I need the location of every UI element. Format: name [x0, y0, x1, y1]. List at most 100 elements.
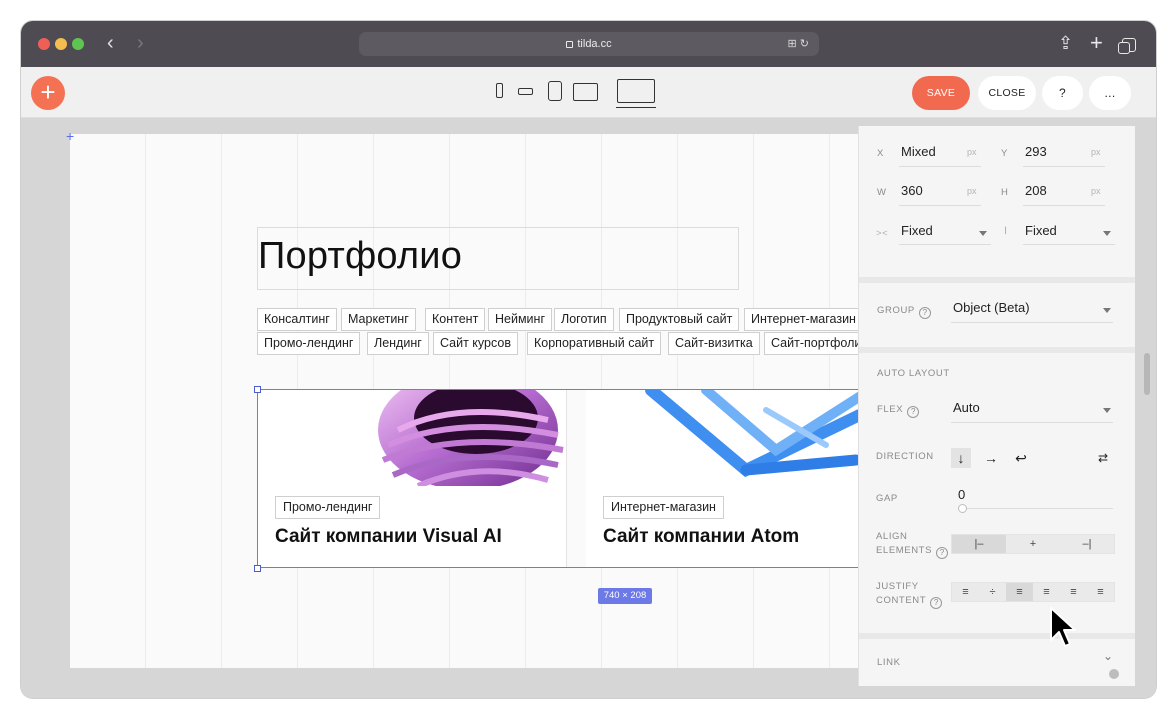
translate-reload-icons[interactable]: ⊞ ↻ [788, 32, 810, 56]
properties-panel: X Mixed px Y 293 px W 360 px H 208 px ><… [859, 126, 1135, 686]
help-icon[interactable]: ? [918, 307, 931, 319]
auto-layout-heading: AUTO LAYOUT [877, 368, 950, 379]
y-label: Y [1001, 148, 1008, 159]
desktop-icon[interactable] [616, 79, 656, 108]
panel-scrollbar[interactable] [1144, 353, 1150, 395]
justify-content-segmented: ≡ ÷ ≡ ≡ ≡ ≡ [951, 582, 1115, 602]
more-button[interactable]: ... [1089, 76, 1131, 110]
align-left-icon[interactable]: |– [952, 535, 1006, 553]
direction-right-icon[interactable]: → [981, 448, 1001, 468]
tag-landing[interactable]: Лендинг [367, 332, 429, 355]
tab-overview-icon[interactable] [1118, 32, 1136, 54]
w-input[interactable]: 360 [901, 183, 923, 198]
group-underline [951, 322, 1113, 323]
back-arrow-icon[interactable]: ‹ [107, 33, 114, 53]
browser-window: ‹ › tilda.cc ⊞ ↻ ⇪ + + SAVE CLOSE ? ... … [21, 21, 1156, 698]
y-input[interactable]: 293 [1025, 144, 1047, 159]
help-icon[interactable]: ? [936, 547, 949, 559]
justify-space-evenly-icon[interactable]: ≡ [1087, 583, 1114, 601]
tag-consulting[interactable]: Консалтинг [257, 308, 337, 331]
page-heading[interactable]: Портфолио [258, 235, 462, 278]
tag-logo[interactable]: Логотип [554, 308, 614, 331]
save-button[interactable]: SAVE [912, 76, 970, 110]
w-underline [899, 205, 981, 206]
add-element-button[interactable]: + [31, 76, 65, 110]
justify-center-icon[interactable]: ÷ [979, 583, 1006, 601]
width-mode-icon: >< [876, 228, 889, 239]
group-select[interactable]: Object (Beta) [953, 300, 1030, 315]
justify-space-between-icon[interactable]: ≡ [1033, 583, 1060, 601]
gap-input[interactable]: 0 [958, 487, 965, 502]
minimize-window-button[interactable] [55, 38, 67, 50]
new-tab-icon[interactable]: + [1090, 32, 1103, 54]
link-section[interactable]: LINK ⌄ [859, 639, 1135, 686]
chevron-down-icon[interactable] [1103, 408, 1111, 413]
direction-down-icon[interactable]: ↓ [951, 448, 971, 468]
auto-layout-section: AUTO LAYOUT FLEX? Auto DIRECTION ↓ → ↩ ⇄… [859, 353, 1135, 639]
chevron-down-icon[interactable]: ⌄ [1103, 649, 1113, 663]
justify-start-icon[interactable]: ≡ [952, 583, 979, 601]
height-mode-select[interactable]: Fixed [1025, 223, 1057, 238]
url-text: tilda.cc [577, 38, 612, 50]
chevron-down-icon[interactable] [1103, 231, 1111, 236]
justify-end-icon[interactable]: ≡ [1006, 583, 1033, 601]
y-underline [1023, 166, 1105, 167]
tag-naming[interactable]: Нейминг [488, 308, 552, 331]
share-icon[interactable]: ⇪ [1058, 32, 1073, 54]
flex-select[interactable]: Auto [953, 400, 980, 415]
group-label: GROUP? [877, 304, 931, 319]
zoom-window-button[interactable] [72, 38, 84, 50]
address-bar[interactable]: tilda.cc ⊞ ↻ [359, 32, 819, 56]
selection-size-badge: 740 × 208 [598, 588, 652, 604]
width-mode-select[interactable]: Fixed [901, 223, 933, 238]
help-icon[interactable]: ? [907, 406, 920, 418]
w-label: W [877, 187, 887, 198]
mouse-cursor-icon [1050, 607, 1076, 647]
tag-corporate-site[interactable]: Корпоративный сайт [527, 332, 662, 355]
align-center-icon[interactable]: + [1006, 535, 1060, 553]
justify-label-1: JUSTIFY [876, 581, 919, 592]
x-input[interactable]: Mixed [901, 144, 936, 159]
direction-label: DIRECTION [876, 451, 934, 462]
editor-workspace: + Портфолио Консалтинг Маркетинг Контент… [21, 118, 1156, 698]
justify-space-around-icon[interactable]: ≡ [1060, 583, 1087, 601]
phone-icon[interactable] [496, 83, 503, 98]
help-button[interactable]: ? [1042, 76, 1083, 110]
h-underline [1023, 205, 1105, 206]
close-window-button[interactable] [38, 38, 50, 50]
h-unit: px [1091, 186, 1101, 196]
tag-portfolio-site[interactable]: Сайт-портфолио [764, 332, 870, 355]
tag-course-site[interactable]: Сайт курсов [433, 332, 518, 355]
tag-content[interactable]: Контент [425, 308, 486, 331]
close-button[interactable]: CLOSE [978, 76, 1036, 110]
tag-product-site[interactable]: Продуктовый сайт [619, 308, 740, 331]
swap-direction-icon[interactable]: ⇄ [1093, 448, 1113, 468]
artboard[interactable]: + Портфолио Консалтинг Маркетинг Контент… [66, 129, 997, 668]
flex-underline [951, 422, 1113, 423]
tablet-landscape-icon[interactable] [573, 83, 598, 101]
tag-marketing[interactable]: Маркетинг [341, 308, 416, 331]
chevron-down-icon[interactable] [1103, 308, 1111, 313]
align-label-2: ELEMENTS? [876, 544, 949, 559]
height-mode-underline [1023, 244, 1115, 245]
tag-business-card-site[interactable]: Сайт-визитка [668, 332, 760, 355]
resize-handle-bottom-left[interactable] [254, 565, 261, 572]
direction-wrap-icon[interactable]: ↩ [1011, 448, 1031, 468]
x-unit: px [967, 147, 977, 157]
align-right-icon[interactable]: –| [1060, 535, 1114, 553]
h-input[interactable]: 208 [1025, 183, 1047, 198]
width-mode-underline [899, 244, 991, 245]
align-label-1: ALIGN [876, 531, 908, 542]
page-scroll-indicator [1109, 669, 1119, 679]
tag-promo-landing[interactable]: Промо-лендинг [257, 332, 361, 355]
forward-arrow-icon[interactable]: › [137, 33, 144, 53]
help-icon[interactable]: ? [930, 597, 943, 609]
gap-slider-knob[interactable] [958, 504, 967, 513]
resize-handle-top-left[interactable] [254, 386, 261, 393]
flex-label: FLEX? [877, 403, 920, 418]
tag-online-store[interactable]: Интернет-магазин [744, 308, 870, 331]
chevron-down-icon[interactable] [979, 231, 987, 236]
tablet-icon[interactable] [548, 81, 562, 101]
phone-landscape-icon[interactable] [518, 88, 533, 95]
align-elements-segmented: |– + –| [951, 534, 1115, 554]
